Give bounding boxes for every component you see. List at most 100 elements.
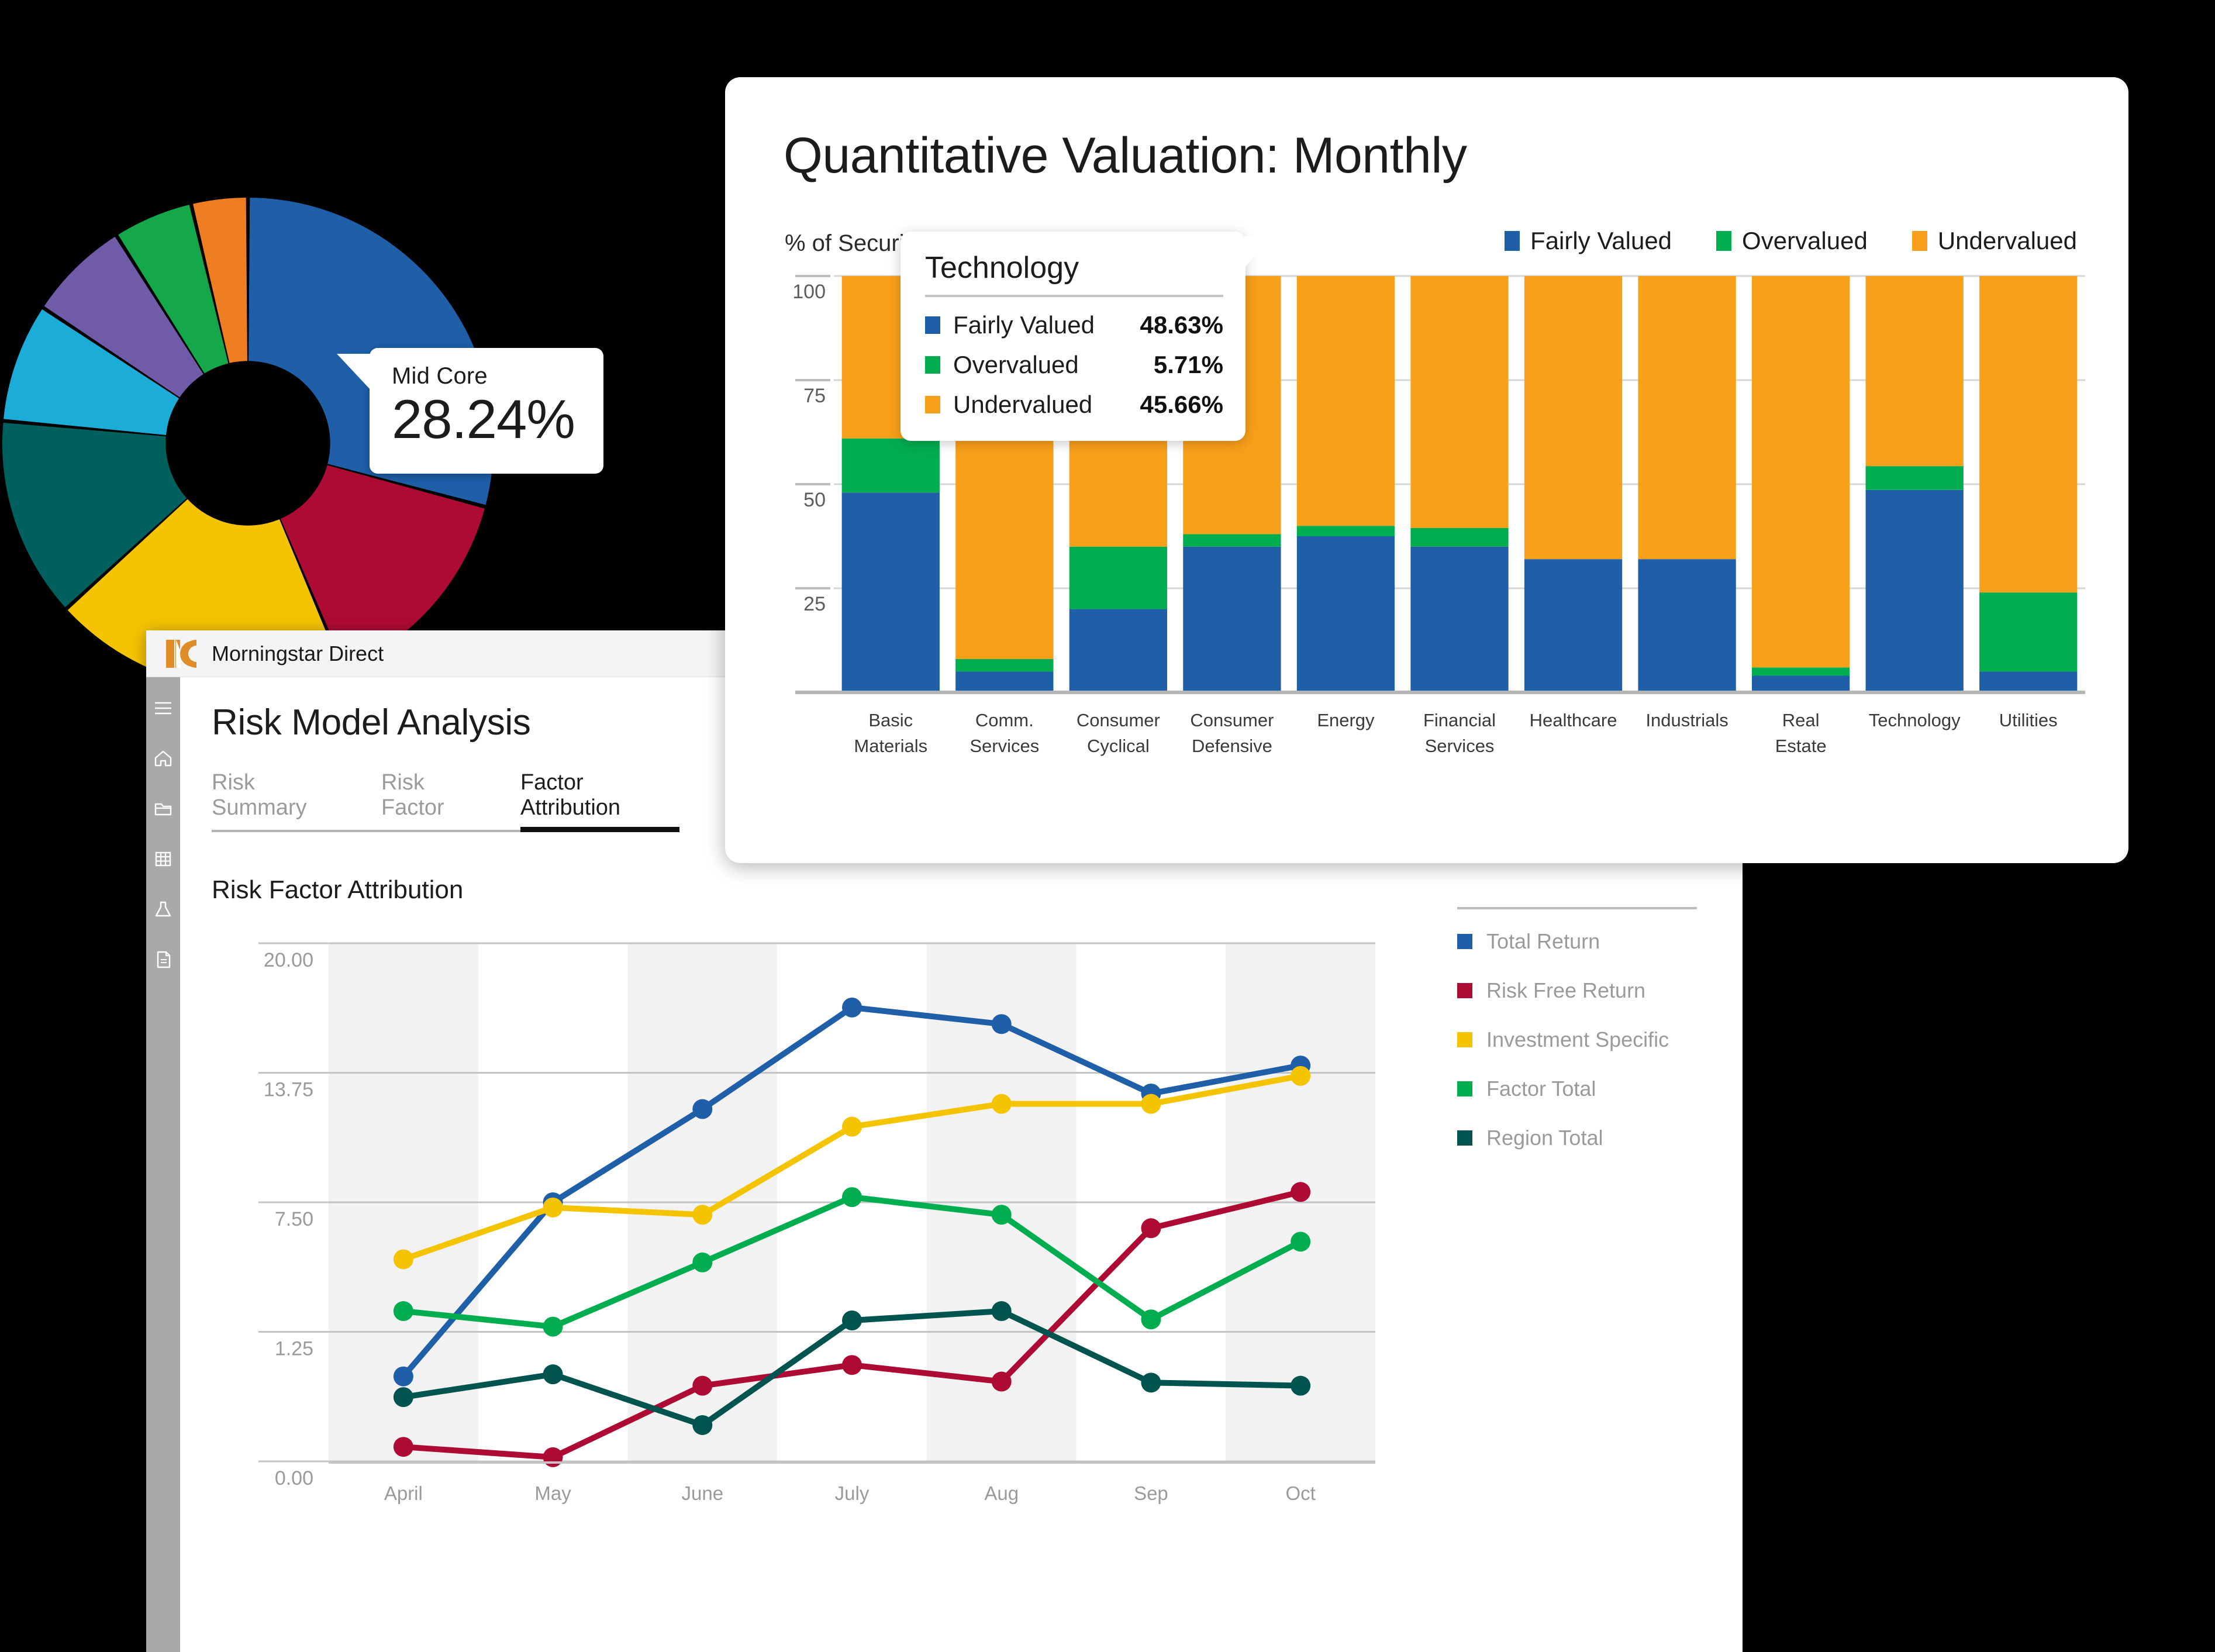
- data-point[interactable]: [393, 1366, 413, 1387]
- home-icon[interactable]: [153, 749, 173, 768]
- data-point[interactable]: [393, 1437, 413, 1457]
- data-point[interactable]: [842, 1187, 862, 1208]
- legend-swatch: [1457, 1081, 1472, 1096]
- tooltip-tail-icon: [1244, 236, 1274, 268]
- risk-factor-attribution-chart: 0.00 1.25 7.50 13.75 20.00 April May June July Au…: [212, 907, 1697, 1537]
- bar-segment[interactable]: [841, 438, 940, 493]
- line-series[interactable]: [400, 1072, 1304, 1263]
- bar-segment[interactable]: [955, 671, 1054, 692]
- tooltip-value: 45.66%: [1140, 391, 1223, 418]
- data-point[interactable]: [1141, 1218, 1161, 1239]
- bar-segment[interactable]: [1296, 276, 1395, 526]
- data-point[interactable]: [1141, 1309, 1161, 1330]
- bar-segment[interactable]: [1524, 559, 1623, 692]
- data-point[interactable]: [991, 1094, 1012, 1114]
- x-category-label: Utilities: [1999, 710, 2058, 730]
- data-point[interactable]: [842, 1116, 862, 1137]
- bar-segment[interactable]: [1524, 276, 1623, 560]
- bar-segment[interactable]: [1638, 276, 1736, 560]
- bar-segment[interactable]: [1410, 527, 1509, 547]
- data-point[interactable]: [1141, 1094, 1161, 1114]
- legend-swatch: [1457, 1032, 1472, 1047]
- data-point[interactable]: [692, 1415, 713, 1435]
- legend-item-region-total[interactable]: Region Total: [1457, 1126, 1743, 1150]
- data-point[interactable]: [692, 1099, 713, 1119]
- data-point[interactable]: [393, 1301, 413, 1322]
- legend-swatch: [1457, 983, 1472, 998]
- data-point[interactable]: [692, 1375, 713, 1396]
- data-point[interactable]: [543, 1364, 563, 1385]
- y-tick-label: 100: [792, 281, 826, 303]
- y-tick-label: 75: [803, 385, 826, 407]
- x-category-label: Estate: [1775, 736, 1827, 756]
- app-name: Morningstar Direct: [212, 641, 384, 665]
- bar-segment[interactable]: [1865, 489, 1964, 692]
- bar-segment[interactable]: [1751, 276, 1850, 668]
- bar-segment[interactable]: [1751, 667, 1850, 676]
- bar-segment[interactable]: [1410, 276, 1509, 528]
- legend-item-investment-specific[interactable]: Investment Specific: [1457, 1027, 1743, 1052]
- tooltip-row-fairly-valued: Fairly Valued 48.63%: [925, 311, 1223, 339]
- data-point[interactable]: [842, 1310, 862, 1331]
- grid-table-icon[interactable]: [153, 849, 173, 869]
- flask-icon[interactable]: [153, 899, 173, 919]
- quant-legend-item-overvalued[interactable]: Overvalued: [1716, 227, 1868, 255]
- bar-segment[interactable]: [1296, 526, 1395, 536]
- bar-segment[interactable]: [841, 492, 940, 692]
- bar-segment[interactable]: [1069, 546, 1168, 609]
- document-icon[interactable]: [153, 950, 173, 970]
- legend-item-total-return[interactable]: Total Return: [1457, 929, 1743, 954]
- data-point[interactable]: [543, 1197, 563, 1218]
- x-category-label: Basic: [868, 710, 913, 730]
- legend-item-risk-free-return[interactable]: Risk Free Return: [1457, 978, 1743, 1003]
- data-point[interactable]: [991, 1014, 1012, 1034]
- data-point[interactable]: [1291, 1065, 1311, 1086]
- data-point[interactable]: [1141, 1372, 1161, 1393]
- tab-risk-summary[interactable]: Risk Summary: [212, 770, 349, 832]
- tab-risk-factor[interactable]: Risk Factor: [381, 770, 488, 832]
- bar-segment[interactable]: [1638, 559, 1736, 692]
- data-point[interactable]: [991, 1301, 1012, 1322]
- bar-segment[interactable]: [1751, 675, 1850, 692]
- data-point[interactable]: [842, 997, 862, 1018]
- line-chart-legend: Total Return Risk Free Return Investment…: [1457, 907, 1743, 1175]
- data-point[interactable]: [543, 1447, 563, 1467]
- quant-legend-item-undervalued[interactable]: Undervalued: [1912, 227, 2077, 255]
- bar-segment[interactable]: [1979, 671, 2078, 692]
- bar-segment[interactable]: [1410, 546, 1509, 692]
- bar-segment[interactable]: [1183, 546, 1281, 692]
- tab-factor-attribution[interactable]: Factor Attribution: [520, 770, 680, 832]
- y-tick-label: 7.50: [275, 1208, 313, 1230]
- data-point[interactable]: [692, 1252, 713, 1272]
- bar-segment[interactable]: [1296, 536, 1395, 692]
- legend-swatch: [1505, 231, 1520, 251]
- bar-segment[interactable]: [1979, 592, 2078, 672]
- x-category-label: Services: [1425, 736, 1495, 756]
- bar-segment[interactable]: [1865, 466, 1964, 490]
- bar-segment[interactable]: [1069, 609, 1168, 692]
- quant-legend-item-fairly-valued[interactable]: Fairly Valued: [1505, 227, 1672, 255]
- data-point[interactable]: [1291, 1182, 1311, 1202]
- tooltip-swatch: [925, 396, 940, 413]
- data-point[interactable]: [393, 1387, 413, 1408]
- legend-item-factor-total[interactable]: Factor Total: [1457, 1077, 1743, 1101]
- bar-segment[interactable]: [955, 659, 1054, 672]
- data-point[interactable]: [692, 1205, 713, 1225]
- bar-segment[interactable]: [1183, 534, 1281, 547]
- data-point[interactable]: [393, 1249, 413, 1270]
- tooltip-swatch: [925, 356, 940, 374]
- data-point[interactable]: [543, 1316, 563, 1337]
- x-category-label: Defensive: [1192, 736, 1272, 756]
- legend-label: Fairly Valued: [1530, 227, 1672, 254]
- x-category-label: Financial: [1423, 710, 1496, 730]
- folder-icon[interactable]: [153, 799, 173, 819]
- data-point[interactable]: [991, 1205, 1012, 1225]
- hamburger-menu-icon[interactable]: [153, 698, 173, 718]
- data-point[interactable]: [842, 1355, 862, 1375]
- data-point[interactable]: [1291, 1232, 1311, 1252]
- data-point[interactable]: [1291, 1375, 1311, 1396]
- bar-segment[interactable]: [1865, 276, 1964, 467]
- quantitative-valuation-card: Quantitative Valuation: Monthly % of Sec…: [725, 77, 2128, 863]
- data-point[interactable]: [991, 1371, 1012, 1392]
- bar-segment[interactable]: [1979, 276, 2078, 593]
